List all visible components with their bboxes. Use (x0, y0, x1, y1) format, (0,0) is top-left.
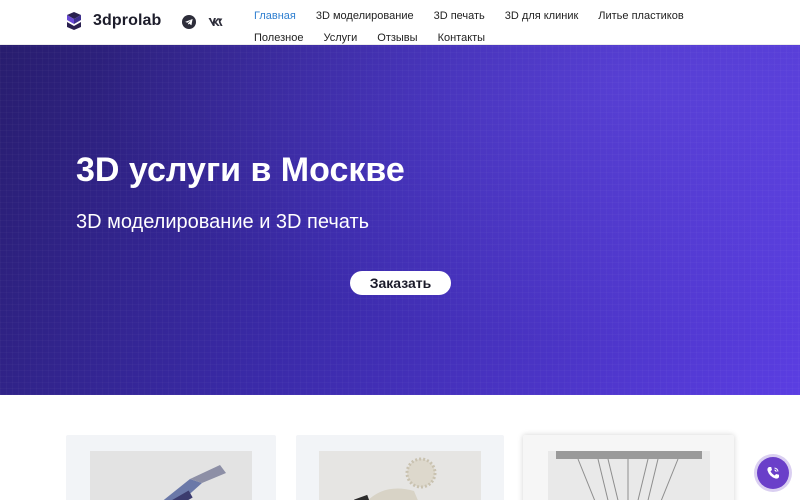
card-photo-part-blue (90, 451, 252, 500)
hero-title: 3D услуги в Москве (76, 151, 405, 189)
brand-name: 3dprolab (93, 12, 162, 29)
nav-item-reviews[interactable]: Отзывы (377, 32, 417, 44)
hero-banner: 3D услуги в Москве 3D моделирование и 3D… (0, 45, 800, 395)
card-image (548, 451, 710, 500)
nav-item-services[interactable]: Услуги (323, 32, 357, 44)
brand-logo[interactable]: 3dprolab (64, 11, 161, 31)
card-photo-resin-print (548, 451, 710, 500)
logo-icon (67, 12, 81, 30)
telegram-icon (182, 15, 196, 29)
service-card[interactable] (523, 435, 734, 500)
call-button[interactable] (757, 457, 789, 489)
telegram-link[interactable] (181, 14, 197, 30)
hero-subtitle: 3D моделирование и 3D печать (76, 211, 370, 233)
service-card[interactable] (296, 435, 504, 500)
service-card[interactable] (66, 435, 276, 500)
vk-icon (208, 18, 223, 26)
order-button[interactable]: Заказать (350, 271, 451, 295)
nav-item-plastic-casting[interactable]: Литье пластиков (598, 10, 683, 22)
services-cards (0, 395, 800, 500)
nav-item-3d-printing[interactable]: 3D печать (434, 10, 485, 22)
vk-link[interactable] (207, 14, 223, 30)
nav-row-secondary: Полезное Услуги Отзывы Контакты (254, 30, 694, 46)
nav-item-contacts[interactable]: Контакты (438, 32, 486, 44)
card-photo-gear-part (319, 451, 481, 500)
nav-item-3d-clinics[interactable]: 3D для клиник (505, 10, 579, 22)
phone-icon (767, 467, 779, 479)
card-image (319, 451, 481, 500)
nav-item-3d-modeling[interactable]: 3D моделирование (316, 10, 414, 22)
site-header: 3dprolab Главная 3D моделирование 3D печ… (0, 0, 800, 45)
nav-row-primary: Главная 3D моделирование 3D печать 3D дл… (254, 8, 694, 24)
card-image (90, 451, 252, 500)
nav-item-useful[interactable]: Полезное (254, 32, 303, 44)
main-nav: Главная 3D моделирование 3D печать 3D дл… (254, 8, 694, 46)
nav-item-home[interactable]: Главная (254, 10, 296, 22)
